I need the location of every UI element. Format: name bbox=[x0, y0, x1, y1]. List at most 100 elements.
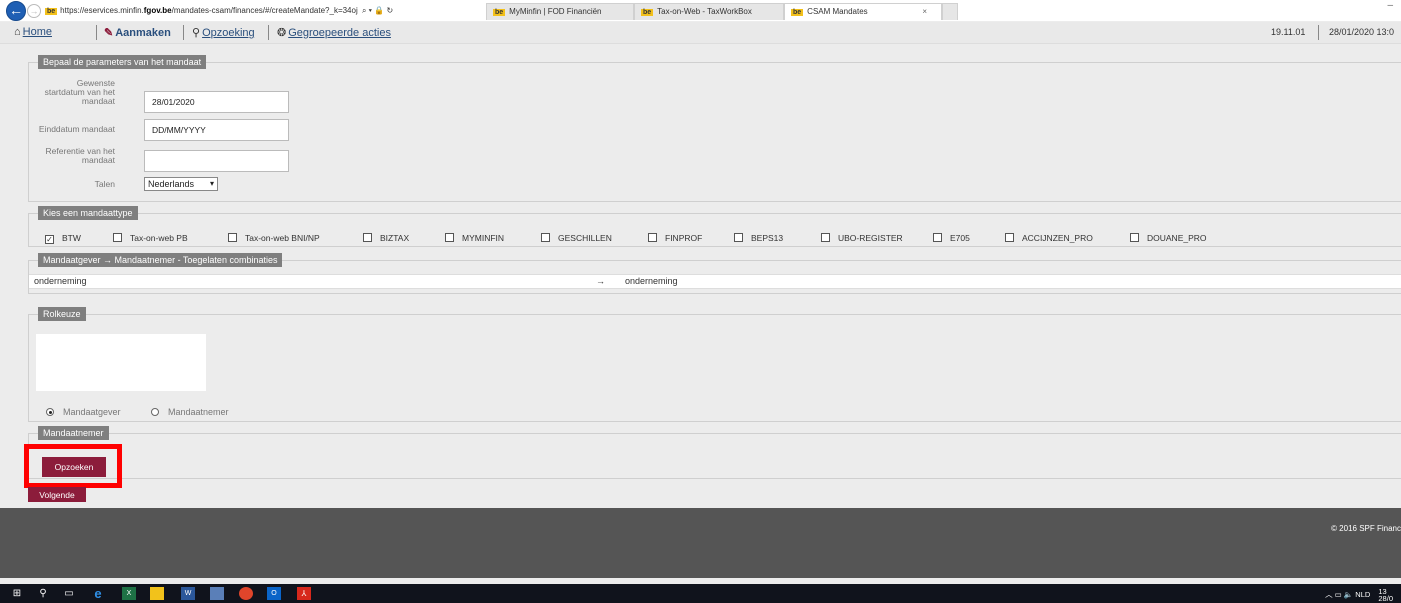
menu-group-label: Gegroepeerde acties bbox=[288, 27, 391, 39]
menu-separator bbox=[96, 25, 97, 40]
menu-create-label: Aanmaken bbox=[115, 27, 171, 39]
tray-date: 28/0 bbox=[1378, 594, 1393, 603]
type-label: FINPROF bbox=[665, 233, 703, 243]
combo-arrow-icon: → bbox=[596, 276, 605, 286]
checkbox-icon bbox=[821, 233, 830, 242]
next-button[interactable]: Volgende bbox=[28, 487, 86, 502]
tab-myminfin[interactable]: be MyMinfin | FOD Financiën bbox=[486, 3, 634, 20]
outlook-icon[interactable]: O bbox=[267, 587, 281, 600]
tab-csam[interactable]: be CSAM Mandates × bbox=[784, 3, 942, 20]
system-tray[interactable]: ︿ ▭ 🔈 NLD 13 28/0 bbox=[1325, 588, 1393, 603]
app-menubar: ⌂ Home ✎ Aanmaken ⚲ Opzoeking ❂ Gegroepeerde… bbox=[0, 22, 1401, 44]
end-date-label: Einddatum mandaat bbox=[38, 124, 115, 134]
address-bar[interactable]: be https://eservices.minfin.fgov.be/manda… bbox=[45, 3, 475, 19]
type-label: DOUANE_PRO bbox=[1147, 233, 1207, 243]
favicon: be bbox=[791, 9, 804, 16]
menu-separator bbox=[1318, 25, 1319, 40]
url-prefix: https://eservices.minfin. bbox=[60, 6, 144, 15]
menu-grouped-actions[interactable]: ❂ Gegroepeerde acties bbox=[277, 26, 391, 39]
copyright: © 2016 SPF Financ bbox=[1331, 524, 1401, 533]
type-checkbox-accijnzen[interactable]: ACCIJNZEN_PRO bbox=[1005, 233, 1093, 243]
type-checkbox-biztax[interactable]: BIZTAX bbox=[363, 233, 409, 243]
type-label: Tax-on-web PB bbox=[130, 233, 188, 243]
forward-arrow-icon[interactable]: → bbox=[27, 4, 41, 18]
checkbox-icon bbox=[113, 233, 122, 242]
tab-label: Tax-on-Web - TaxWorkBox bbox=[657, 7, 752, 16]
url-host: fgov.be bbox=[143, 6, 172, 15]
end-date-input[interactable] bbox=[144, 119, 289, 141]
taker-fieldset: Mandaatnemer bbox=[28, 426, 1401, 479]
url-path: /mandates-csam/finances/#/createMandate?… bbox=[171, 6, 358, 15]
back-arrow-icon[interactable]: ← bbox=[6, 1, 26, 21]
tab-close-icon[interactable]: × bbox=[922, 4, 927, 19]
params-legend: Bepaal de parameters van het mandaat bbox=[38, 55, 207, 69]
type-checkbox-btw[interactable]: ✓ BTW bbox=[45, 233, 81, 244]
type-checkbox-tow-bni[interactable]: Tax-on-web BNI/NP bbox=[228, 233, 320, 243]
tab-taxonweb[interactable]: be Tax-on-Web - TaxWorkBox bbox=[634, 3, 784, 20]
role-fieldset: Rolkeuze Mandaatgever Mandaatnemer bbox=[28, 307, 1401, 422]
type-label: UBO-REGISTER bbox=[838, 233, 903, 243]
address-bar-icons[interactable]: ⌕ ▾ 🔒 ↻ bbox=[362, 6, 393, 15]
reference-input[interactable] bbox=[144, 150, 289, 172]
combo-to: onderneming bbox=[625, 276, 678, 286]
start-date-label: Gewenste startdatum van het mandaat bbox=[44, 78, 115, 106]
version: 19.11.01 bbox=[1271, 27, 1306, 37]
start-date-input[interactable] bbox=[144, 91, 289, 113]
checkbox-icon bbox=[1130, 233, 1139, 242]
language-select[interactable]: Nederlands ▾ bbox=[144, 177, 218, 191]
role-radio-taker[interactable]: Mandaatnemer bbox=[151, 407, 229, 417]
chevron-down-icon: ▾ bbox=[209, 179, 214, 188]
excel-icon[interactable]: X bbox=[122, 587, 136, 600]
menu-separator bbox=[183, 25, 184, 40]
checkbox-icon bbox=[734, 233, 743, 242]
favicon: be bbox=[45, 8, 58, 15]
type-checkbox-beps13[interactable]: BEPS13 bbox=[734, 233, 783, 243]
checkbox-icon bbox=[363, 233, 372, 242]
language-label: Talen bbox=[94, 179, 115, 189]
type-checkbox-tow-pb[interactable]: Tax-on-web PB bbox=[113, 233, 188, 243]
role-info-panel bbox=[36, 334, 206, 391]
type-label: GESCHILLEN bbox=[558, 233, 612, 243]
edge-icon[interactable]: e bbox=[91, 587, 105, 600]
type-checkbox-myminfin[interactable]: MYMINFIN bbox=[445, 233, 504, 243]
role-option-label: Mandaatnemer bbox=[168, 407, 229, 417]
types-legend: Kies een mandaattype bbox=[38, 206, 138, 220]
file-explorer-icon[interactable] bbox=[150, 587, 164, 600]
type-checkbox-finprof[interactable]: FINPROF bbox=[648, 233, 702, 243]
chrome-icon[interactable] bbox=[239, 587, 253, 600]
menu-home[interactable]: ⌂ Home bbox=[14, 26, 52, 38]
menu-create[interactable]: ✎ Aanmaken bbox=[104, 26, 171, 39]
tray-language: NLD bbox=[1355, 589, 1371, 599]
search-icon[interactable]: ⚲ bbox=[36, 587, 50, 600]
type-checkbox-ubo[interactable]: UBO-REGISTER bbox=[821, 233, 903, 243]
highlight-box bbox=[24, 444, 122, 488]
checkbox-icon bbox=[541, 233, 550, 242]
word-icon[interactable]: W bbox=[181, 587, 195, 600]
checkbox-icon bbox=[445, 233, 454, 242]
combo-from: onderneming bbox=[34, 276, 87, 286]
type-label: E705 bbox=[950, 233, 970, 243]
checkbox-icon bbox=[933, 233, 942, 242]
new-tab[interactable] bbox=[942, 3, 958, 20]
menu-search[interactable]: ⚲ Opzoeking bbox=[192, 26, 255, 39]
type-checkbox-geschillen[interactable]: GESCHILLEN bbox=[541, 233, 612, 243]
combos-fieldset: Mandaatgever → Mandaatnemer - Toegelaten… bbox=[28, 253, 1401, 294]
role-radio-giver[interactable]: Mandaatgever bbox=[46, 407, 121, 417]
combos-legend: Mandaatgever → Mandaatnemer - Toegelaten… bbox=[38, 253, 283, 267]
radio-selected-icon bbox=[46, 408, 54, 416]
params-fieldset: Bepaal de parameters van het mandaat Gew… bbox=[28, 55, 1401, 202]
chevron-up-icon: ︿ bbox=[1325, 589, 1333, 599]
datetime: 28/01/2020 13:0 bbox=[1329, 27, 1395, 37]
acrobat-icon[interactable]: ⅄ bbox=[297, 587, 311, 600]
task-view-icon[interactable]: ▭ bbox=[62, 587, 76, 600]
type-checkbox-douane[interactable]: DOUANE_PRO bbox=[1130, 233, 1207, 243]
type-checkbox-e705[interactable]: E705 bbox=[933, 233, 970, 243]
volume-icon: 🔈 bbox=[1343, 589, 1354, 599]
type-label: MYMINFIN bbox=[462, 233, 505, 243]
network-icon: ▭ bbox=[1334, 589, 1342, 599]
app-icon[interactable] bbox=[210, 587, 224, 600]
minimize-button[interactable]: – bbox=[1387, 0, 1393, 11]
combo-row[interactable]: onderneming → onderneming bbox=[29, 274, 1401, 289]
windows-start-icon[interactable]: ⊞ bbox=[10, 587, 24, 600]
checkbox-icon bbox=[1005, 233, 1014, 242]
